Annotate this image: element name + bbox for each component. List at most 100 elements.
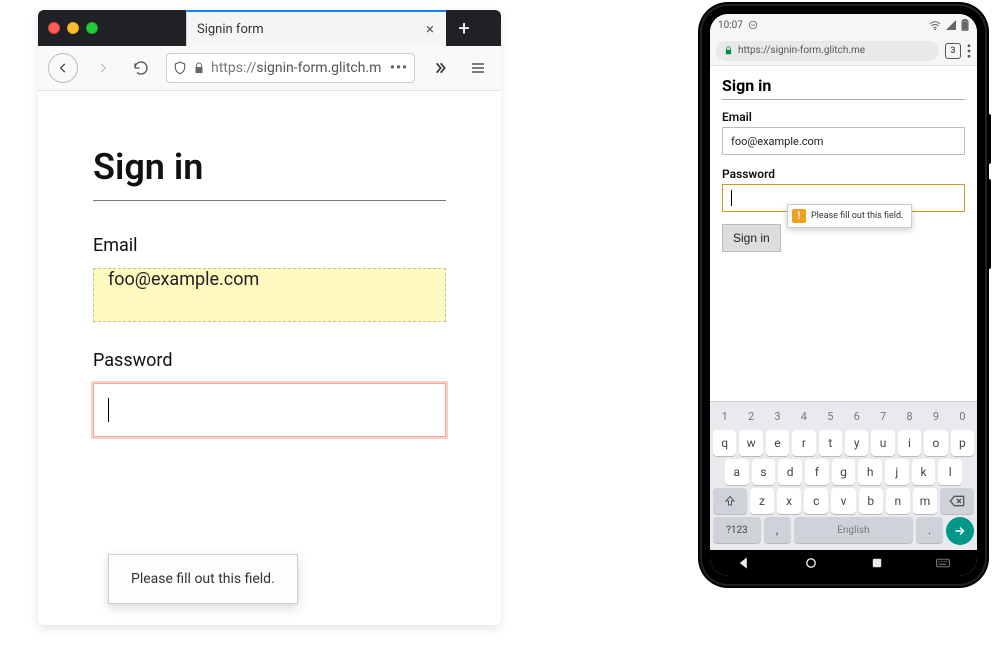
mobile-address-bar[interactable]: https://signin-form.glitch.me [716,41,939,61]
key-i[interactable]: i [898,430,921,456]
wifi-icon [929,20,941,30]
key-e[interactable]: e [766,430,789,456]
status-bar: 10:07 [710,14,977,36]
comma-key[interactable]: , [764,517,791,543]
key-b[interactable]: b [859,488,883,514]
signal-icon [946,20,956,30]
key-p[interactable]: p [951,430,974,456]
nav-keyboard-switch-button[interactable] [936,558,950,568]
validation-message: Please fill out this field. [131,571,275,587]
phone-frame: 10:07 htt [700,4,987,586]
minimize-window-button[interactable] [67,22,79,34]
key-u[interactable]: u [871,430,894,456]
key-w[interactable]: w [739,430,762,456]
key-4[interactable]: 4 [792,405,815,427]
key-8[interactable]: 8 [898,405,921,427]
key-h[interactable]: h [858,459,882,485]
password-field[interactable] [93,383,446,437]
key-l[interactable]: l [938,459,962,485]
space-key[interactable]: English [794,517,913,543]
key-x[interactable]: x [777,488,801,514]
period-key[interactable]: . [916,517,943,543]
key-j[interactable]: j [885,459,909,485]
key-f[interactable]: f [805,459,829,485]
key-5[interactable]: 5 [819,405,842,427]
key-0[interactable]: 0 [951,405,974,427]
key-q[interactable]: q [713,430,736,456]
email-value: foo@example.com [108,269,259,290]
key-n[interactable]: n [886,488,910,514]
forward-button[interactable] [90,55,116,81]
page-heading: Sign in [93,146,446,201]
mobile-page-heading: Sign in [722,76,965,100]
key-t[interactable]: t [819,430,842,456]
backspace-key[interactable] [940,488,974,514]
url-text: https://signin-form.glitch.m [211,60,384,76]
phone-screen: 10:07 htt [710,14,977,576]
browser-toolbar: https://signin-form.glitch.m ••• [38,46,501,91]
shift-key[interactable] [713,488,747,514]
android-nav-bar [710,550,977,576]
key-9[interactable]: 9 [924,405,947,427]
key-z[interactable]: z [750,488,774,514]
key-6[interactable]: 6 [845,405,868,427]
key-2[interactable]: 2 [739,405,762,427]
key-r[interactable]: r [792,430,815,456]
mobile-browser-toolbar: https://signin-form.glitch.me 3 [710,36,977,66]
mobile-email-field[interactable]: foo@example.com [722,127,965,155]
nav-recents-button[interactable] [871,557,883,569]
key-s[interactable]: s [752,459,776,485]
key-o[interactable]: o [924,430,947,456]
kebab-menu-button[interactable] [967,44,971,58]
nav-home-button[interactable] [804,556,818,570]
soft-keyboard: 1234567890 qwertyuiop asdfghjkl zxcvbnm … [710,401,977,550]
key-m[interactable]: m [913,488,937,514]
mobile-email-value: foo@example.com [731,135,823,148]
mobile-password-label: Password [722,167,965,181]
symbols-key[interactable]: ?123 [713,517,761,543]
hamburger-menu-button[interactable] [465,55,491,81]
key-c[interactable]: c [804,488,828,514]
maximize-window-button[interactable] [86,22,98,34]
enter-key[interactable] [946,517,974,545]
key-d[interactable]: d [778,459,802,485]
back-button[interactable] [48,53,78,83]
key-v[interactable]: v [831,488,855,514]
mobile-url-text: https://signin-form.glitch.me [738,45,865,56]
overflow-chevron-button[interactable] [427,55,453,81]
email-field[interactable]: foo@example.com [93,268,446,322]
battery-icon [961,19,969,31]
browser-tab[interactable]: Signin form × [186,10,446,46]
key-k[interactable]: k [912,459,936,485]
do-not-disturb-icon [748,20,758,30]
email-label: Email [93,235,446,256]
lock-icon[interactable] [193,62,205,74]
close-window-button[interactable] [48,22,60,34]
key-7[interactable]: 7 [871,405,894,427]
new-tab-button[interactable]: + [446,10,482,46]
close-tab-button[interactable]: × [424,20,436,38]
window-controls [46,10,106,46]
nav-back-button[interactable] [737,556,751,570]
mobile-email-label: Email [722,110,965,124]
page-actions-button[interactable]: ••• [390,60,408,76]
desktop-browser-window: Signin form × + https://signin-form.glit… [38,10,501,625]
sign-in-button[interactable]: Sign in [722,224,781,252]
tracking-shield-icon[interactable] [173,61,187,75]
address-bar[interactable]: https://signin-form.glitch.m ••• [166,53,415,83]
reload-button[interactable] [128,55,154,81]
key-a[interactable]: a [725,459,749,485]
tab-count-button[interactable]: 3 [945,43,961,59]
mobile-validation-tooltip: ! Please fill out this field. [787,204,912,228]
text-cursor [731,190,732,206]
validation-tooltip: Please fill out this field. [108,554,298,604]
tab-title: Signin form [197,22,264,37]
mobile-validation-message: Please fill out this field. [811,211,903,221]
key-1[interactable]: 1 [713,405,736,427]
key-y[interactable]: y [845,430,868,456]
warning-icon: ! [792,209,806,223]
key-3[interactable]: 3 [766,405,789,427]
key-g[interactable]: g [832,459,856,485]
password-label: Password [93,350,446,371]
window-titlebar: Signin form × + [38,10,501,46]
